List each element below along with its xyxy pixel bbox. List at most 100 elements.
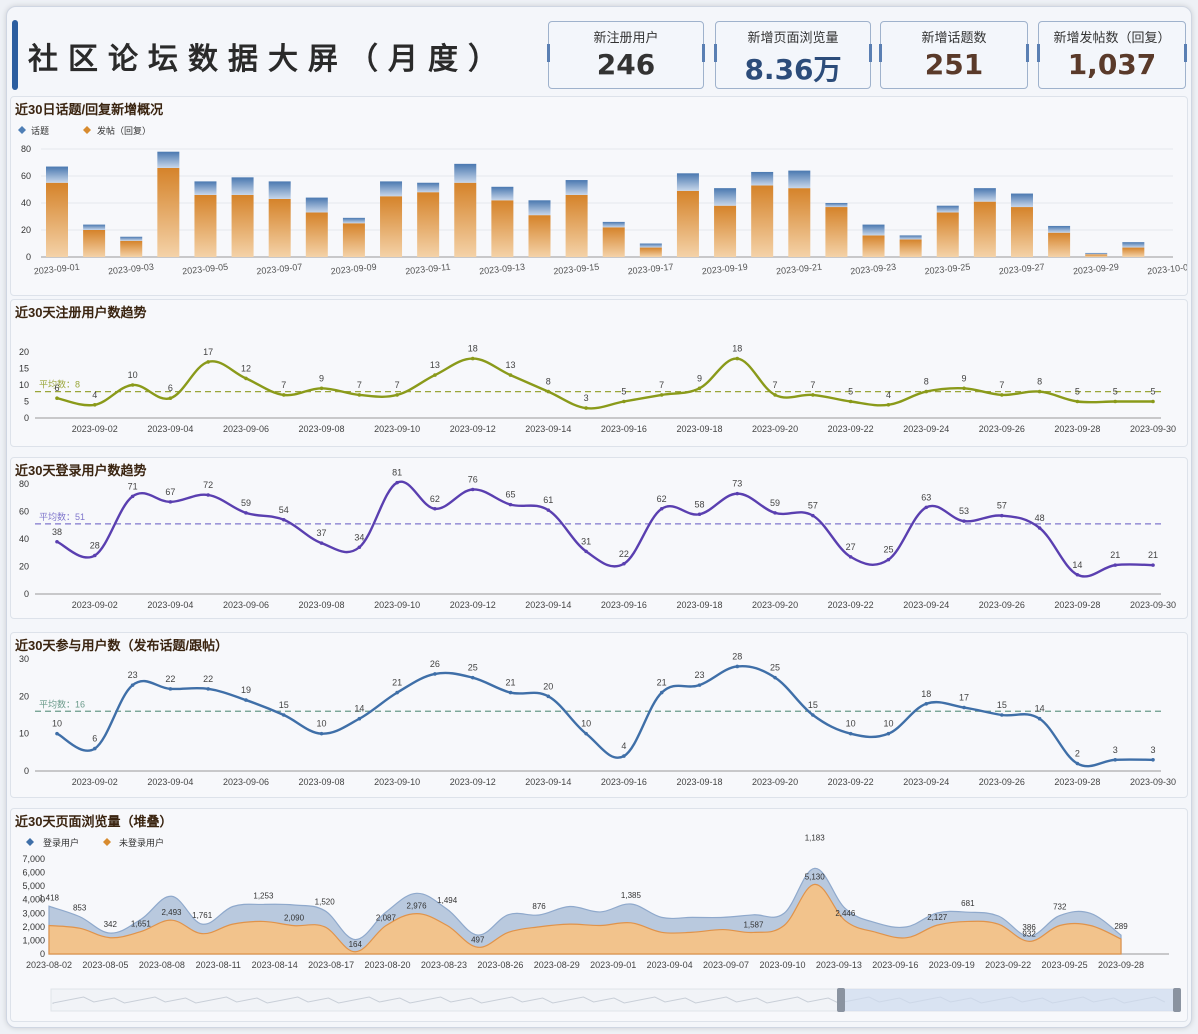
- x-tick-label: 2023-09-11: [405, 262, 451, 277]
- data-label: 63: [921, 492, 931, 502]
- data-point: [811, 513, 815, 518]
- bar-replies: [714, 205, 737, 257]
- chart-participation-trend: 0102030平均数：1610623 22 22191510142126 2521 20…: [19, 651, 1176, 787]
- y-tick-label: 6,000: [22, 868, 45, 878]
- bar-topics: [342, 217, 365, 224]
- zoom-handle-left[interactable]: [837, 988, 845, 1012]
- data-label: 10: [128, 370, 138, 380]
- data-point: [1113, 399, 1118, 404]
- legend-marker-replies: [83, 126, 91, 134]
- zoom-window[interactable]: [841, 989, 1177, 1011]
- data-label: 681: [961, 899, 975, 908]
- bar-replies: [602, 227, 625, 257]
- data-point: [1075, 572, 1080, 577]
- kpi-value: 246: [596, 48, 656, 81]
- x-tick-label: 2023-09-02: [72, 424, 118, 434]
- x-tick-label: 2023-09-17: [627, 262, 674, 277]
- x-tick-label: 2023-09-06: [223, 777, 269, 787]
- x-tick-label: 2023-09-24: [903, 424, 949, 434]
- bar-replies: [751, 185, 774, 257]
- data-point: [470, 675, 475, 680]
- bar-replies: [639, 247, 662, 257]
- page-title: 社区论坛数据大屏（月度）: [28, 42, 508, 77]
- y-tick-label: 60: [19, 507, 29, 517]
- bar-replies: [417, 192, 440, 257]
- bar-topics: [1085, 252, 1108, 255]
- panel-participation-trend: 近30天参与用户数（发布话题/跟帖） 0 10 20 30 平均数：16 10 6 23 22 2…: [10, 632, 1188, 798]
- data-label: 289: [1114, 922, 1128, 931]
- x-tick-label: 2023-09-16: [872, 960, 918, 970]
- bar-replies: [528, 215, 551, 257]
- zoom-handle-right[interactable]: [1173, 988, 1181, 1012]
- data-label: 17: [203, 347, 213, 357]
- data-label: 7: [999, 380, 1004, 390]
- x-tick-label: 2023-09-29: [1072, 262, 1119, 277]
- x-tick-label: 2023-09-02: [72, 777, 118, 787]
- bar-topics: [380, 181, 403, 197]
- data-point: [1075, 761, 1080, 766]
- data-label: 61: [543, 495, 553, 505]
- data-label: 14: [1035, 704, 1045, 714]
- data-point: [1113, 758, 1118, 762]
- x-tick-label: 2023-09-12: [450, 777, 496, 787]
- data-point: [622, 399, 626, 404]
- bar-replies: [973, 201, 996, 257]
- average-label: 平均数：16: [39, 698, 85, 709]
- bar-replies: [380, 196, 403, 257]
- data-point: [962, 519, 966, 523]
- data-label: 5: [621, 387, 626, 397]
- data-point: [886, 557, 891, 562]
- y-tick-label: 80: [19, 479, 29, 489]
- bar-replies: [1122, 247, 1145, 257]
- x-tick-label: 2023-09-10: [759, 960, 805, 970]
- bar-topics: [751, 171, 774, 186]
- data-label: 26: [430, 659, 440, 669]
- data-point: [659, 506, 664, 511]
- y-tick-label: 0: [24, 766, 29, 776]
- bar-replies: [825, 207, 848, 257]
- y-tick-label: 1,000: [22, 935, 45, 945]
- bar-replies: [862, 235, 885, 257]
- data-label: 1,587: [743, 920, 764, 929]
- y-tick-label: 15: [19, 364, 29, 374]
- x-tick-label: 2023-09-28: [1098, 960, 1144, 970]
- data-label: 1,761: [192, 911, 213, 920]
- data-point: [1000, 393, 1004, 397]
- chart-pageviews: 登录用户 未登录用户01,0002,0003,0004,0005,0006,000…: [22, 833, 1181, 1012]
- data-label: 497: [471, 935, 485, 944]
- bar-replies: [936, 212, 959, 257]
- data-point: [244, 376, 248, 381]
- data-point: [168, 396, 173, 400]
- data-point: [319, 386, 324, 391]
- data-label: 8: [546, 377, 551, 387]
- bar-topics: [454, 163, 477, 183]
- kpi-value: 1,037: [1067, 48, 1157, 81]
- data-point: [1075, 399, 1080, 404]
- chart-register-trend: 05101520平均数：8641061712797 713181383579187…: [19, 344, 1176, 434]
- x-tick-label: 2023-09-08: [299, 777, 345, 787]
- data-point: [773, 675, 777, 680]
- x-tick-label: 2023-09-22: [985, 960, 1031, 970]
- x-tick-label: 2023-09-04: [647, 960, 693, 970]
- data-label: 65: [506, 490, 516, 500]
- data-label: 27: [846, 542, 856, 552]
- panel-register-trend: 近30天注册用户数趋势 0 5 10 15 20 平均数：8 6 4 10 6 17 12 7 9 7 7 13…: [10, 299, 1188, 447]
- x-tick-label: 2023-10-01: [1147, 262, 1187, 277]
- y-tick-label: 5: [24, 397, 29, 407]
- y-tick-label: 10: [19, 380, 29, 390]
- data-label: 58: [694, 499, 704, 509]
- y-tick-label: 2,000: [22, 922, 45, 932]
- data-point: [773, 393, 777, 397]
- data-label: 59: [241, 498, 251, 508]
- x-tick-label: 2023-09-04: [147, 777, 193, 787]
- data-label: 76: [468, 475, 478, 485]
- data-label: 4: [886, 390, 891, 400]
- data-label: 48: [1035, 513, 1045, 523]
- data-label: 7: [773, 380, 778, 390]
- legend-marker-logged-in: [26, 838, 34, 846]
- bar-replies: [194, 194, 217, 257]
- data-point: [508, 502, 513, 507]
- bar-topics: [1048, 225, 1071, 233]
- data-point: [622, 754, 626, 758]
- data-label: 14: [354, 704, 364, 714]
